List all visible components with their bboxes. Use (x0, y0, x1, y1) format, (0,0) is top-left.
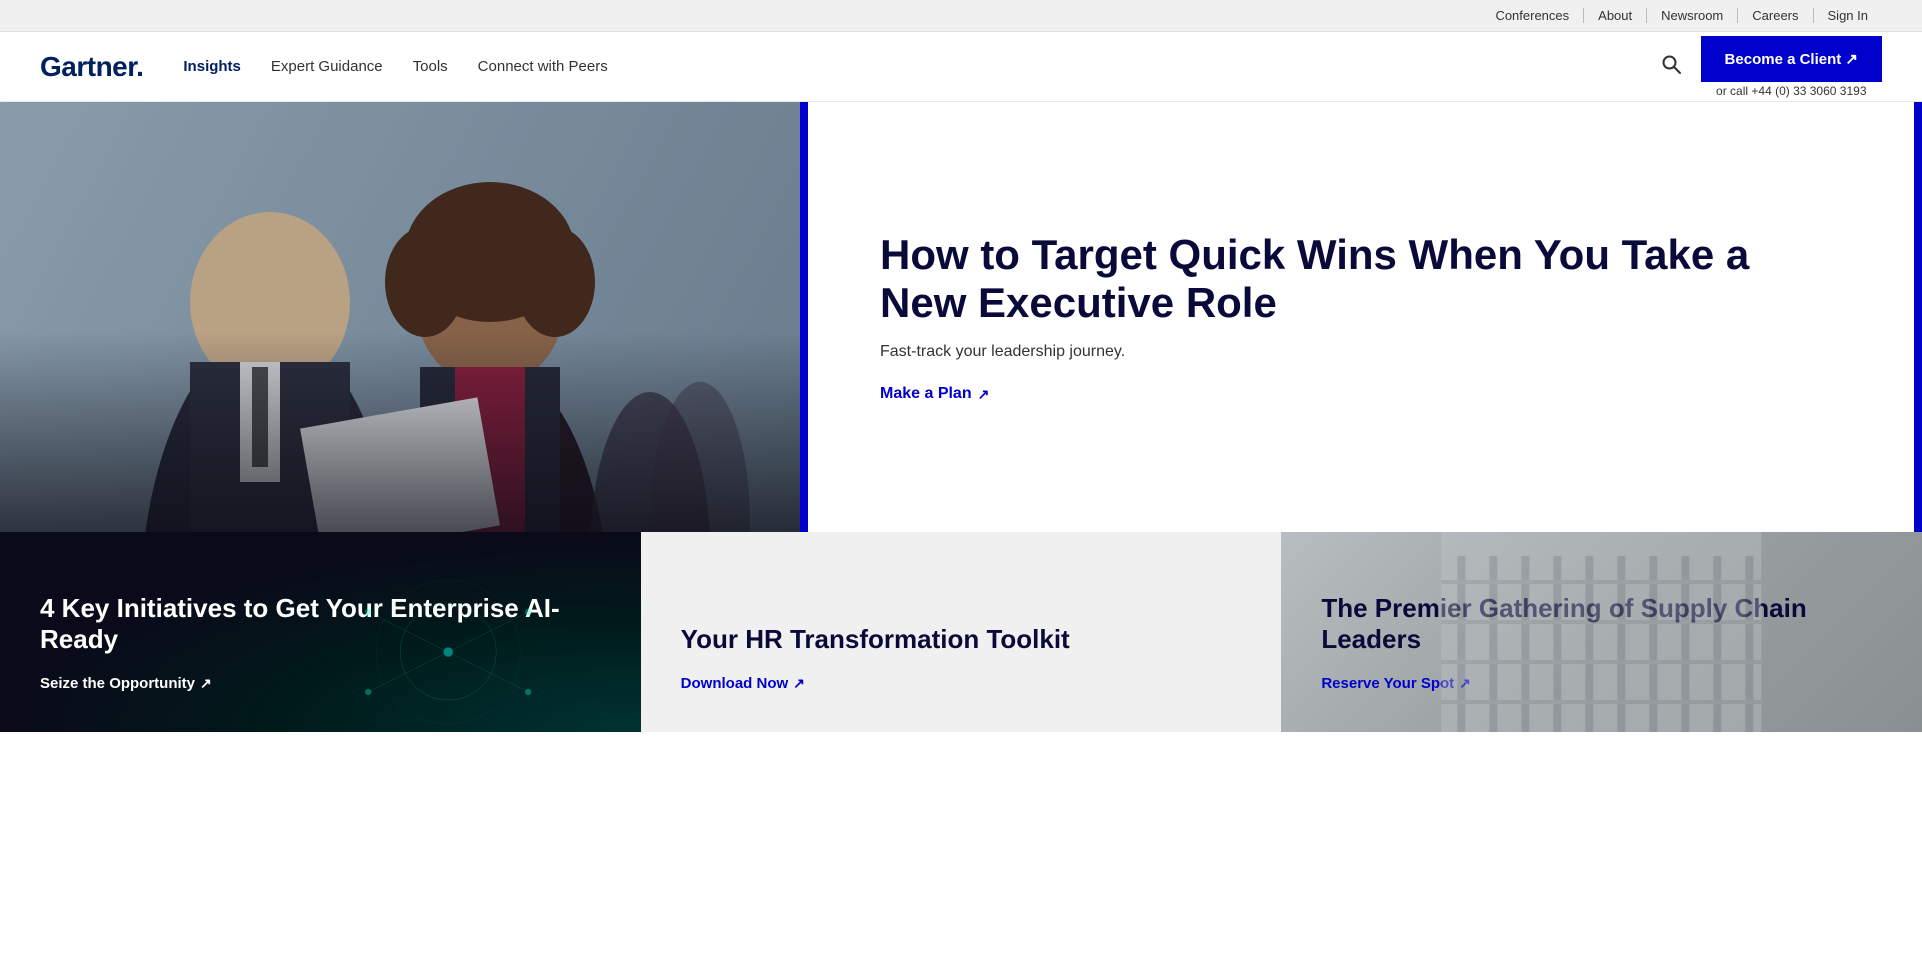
blue-bar-left (800, 102, 808, 532)
card-hr: Your HR Transformation Toolkit Download … (641, 532, 1282, 732)
topbar-link-careers[interactable]: Careers (1738, 8, 1813, 23)
nav-right: Become a Client ↗ or call +44 (0) 33 306… (1661, 36, 1882, 98)
nav-link-insights[interactable]: Insights (183, 58, 241, 75)
blue-bar-right (1914, 102, 1922, 532)
become-client-button[interactable]: Become a Client ↗ (1701, 36, 1882, 82)
become-client-wrap: Become a Client ↗ or call +44 (0) 33 306… (1701, 36, 1882, 98)
card-hr-arrow-icon: ↗ (793, 675, 805, 692)
hero-subtitle: Fast-track your leadership journey. (880, 343, 1842, 361)
hero-title: How to Target Quick Wins When You Take a… (880, 231, 1842, 328)
hero-text: How to Target Quick Wins When You Take a… (860, 231, 1862, 404)
main-nav: Gartner. Insights Expert Guidance Tools … (0, 32, 1922, 102)
top-bar: Conferences About Newsroom Careers Sign … (0, 0, 1922, 32)
hero-content: How to Target Quick Wins When You Take a… (800, 102, 1922, 532)
card-hr-cta[interactable]: Download Now ↗ (681, 675, 1242, 692)
card-supply: The Premier Gathering of Supply Chain Le… (1281, 532, 1922, 732)
search-icon[interactable] (1661, 54, 1681, 79)
nav-link-connect-with-peers[interactable]: Connect with Peers (478, 58, 608, 75)
card-ai: 4 Key Initiatives to Get Your Enterprise… (0, 532, 641, 732)
cards-section: 4 Key Initiatives to Get Your Enterprise… (0, 532, 1922, 732)
hero-cta-link[interactable]: Make a Plan ↗ (880, 385, 1842, 403)
topbar-link-about[interactable]: About (1584, 8, 1647, 23)
topbar-link-newsroom[interactable]: Newsroom (1647, 8, 1738, 23)
topbar-link-conferences[interactable]: Conferences (1481, 8, 1584, 23)
card-ai-arrow-icon: ↗ (200, 675, 212, 692)
gartner-logo[interactable]: Gartner. (40, 51, 143, 83)
card-hr-title: Your HR Transformation Toolkit (681, 624, 1242, 655)
call-text: or call +44 (0) 33 3060 3193 (1716, 84, 1866, 98)
hero-cta-arrow-icon: ↗ (978, 386, 990, 403)
nav-links: Insights Expert Guidance Tools Connect w… (183, 58, 1660, 75)
hero-image (0, 102, 800, 532)
topbar-link-signin[interactable]: Sign In (1814, 8, 1882, 23)
nav-link-tools[interactable]: Tools (413, 58, 448, 75)
nav-link-expert-guidance[interactable]: Expert Guidance (271, 58, 383, 75)
hero-section: How to Target Quick Wins When You Take a… (0, 102, 1922, 532)
